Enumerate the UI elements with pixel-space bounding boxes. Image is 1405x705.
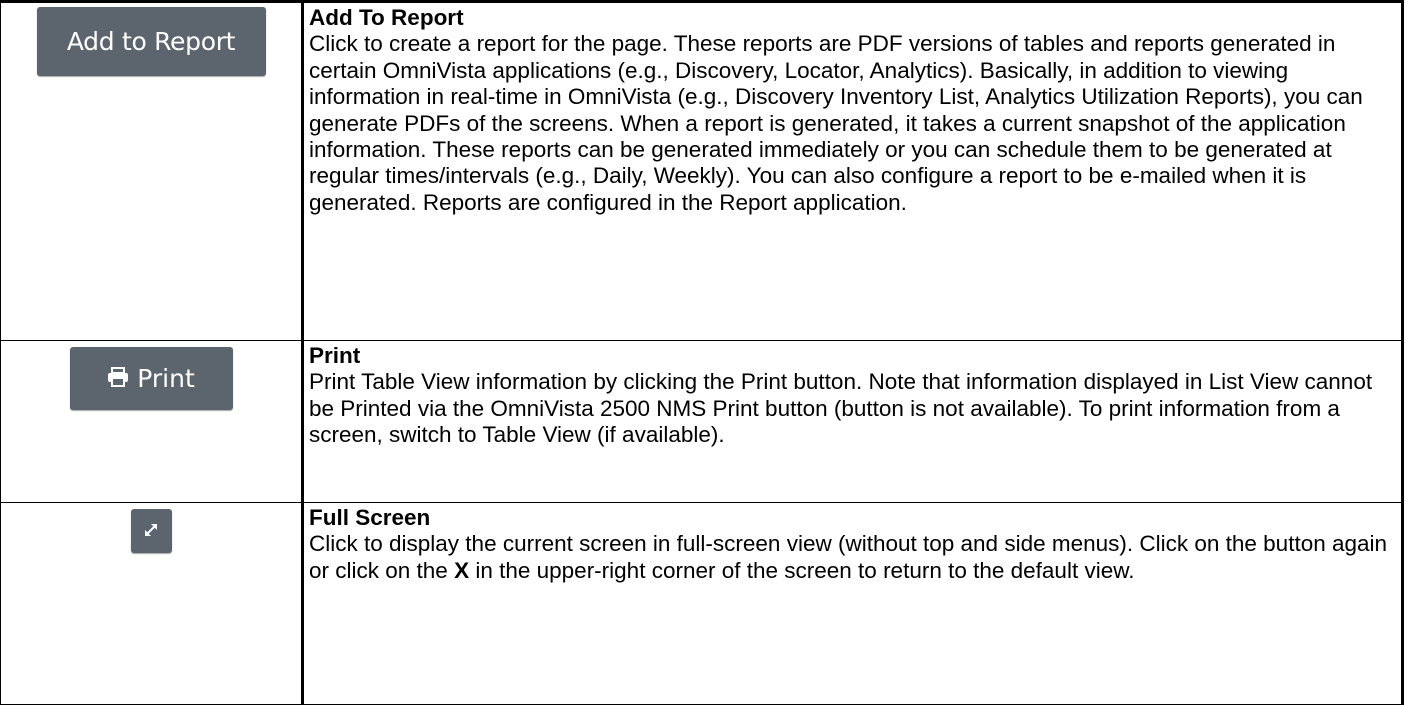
row-title: Full Screen — [309, 505, 431, 530]
row-description: Click to create a report for the page. T… — [309, 31, 1363, 215]
print-button[interactable]: Print — [69, 347, 233, 410]
close-x-glyph: X — [454, 557, 470, 583]
help-table: Add to Report Add To Report Click to cre… — [0, 0, 1404, 705]
full-screen-button[interactable] — [130, 509, 172, 553]
row-title: Print — [309, 343, 361, 368]
icon-cell: Print — [0, 340, 304, 503]
table-row: Full Screen Click to display the current… — [0, 502, 1404, 705]
icon-cell: Add to Report — [0, 0, 304, 341]
description-cell: Add To Report Click to create a report f… — [302, 0, 1404, 341]
row-title: Add To Report — [309, 5, 464, 30]
print-button-label: Print — [137, 364, 195, 393]
table-row: Add to Report Add To Report Click to cre… — [0, 0, 1404, 341]
icon-cell — [0, 502, 304, 705]
row-description-end: in the upper-right corner of the screen … — [469, 557, 1135, 583]
add-to-report-button[interactable]: Add to Report — [36, 7, 266, 76]
row-description: Print Table View information by clicking… — [309, 369, 1373, 448]
table-row: Print Print Print Table View information… — [0, 340, 1404, 503]
printer-icon — [107, 347, 129, 410]
description-cell: Full Screen Click to display the current… — [302, 502, 1404, 705]
description-cell: Print Print Table View information by cl… — [302, 340, 1404, 503]
expand-icon — [144, 524, 157, 536]
